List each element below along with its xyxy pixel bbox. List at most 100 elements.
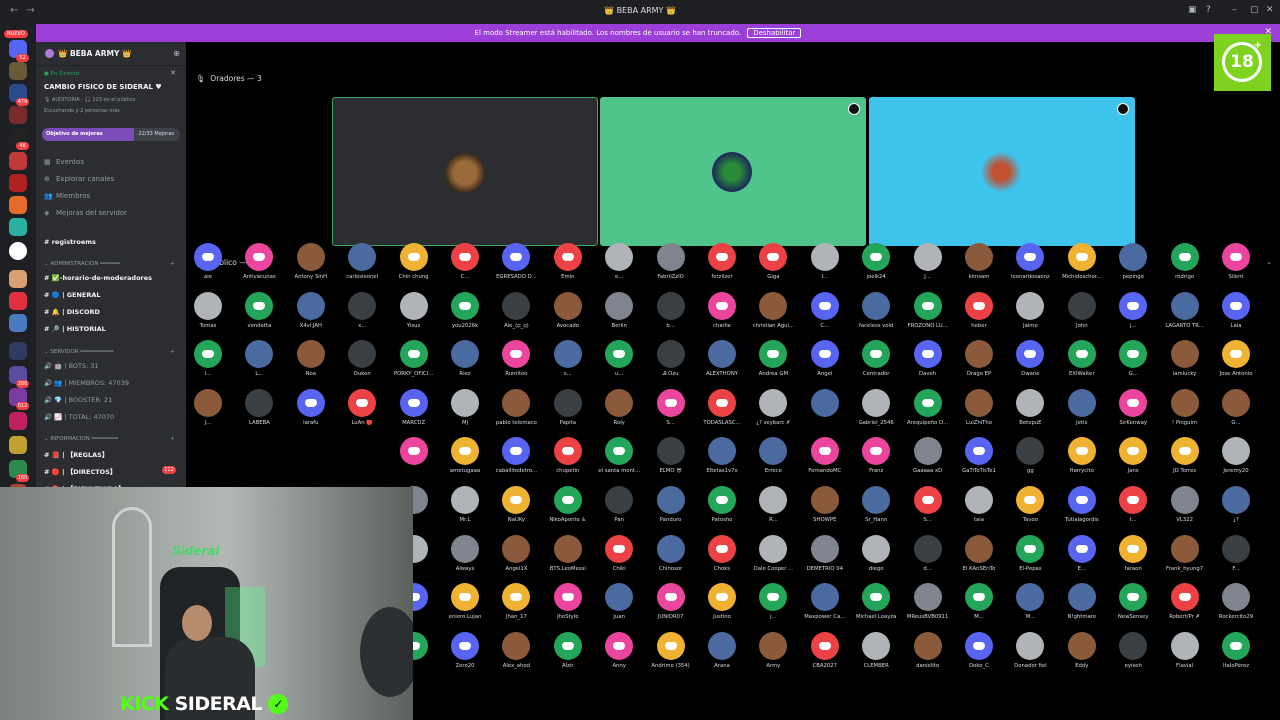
nav-label: Eventos [56,158,84,166]
maximize-icon[interactable]: ▢ [1250,5,1259,15]
channel-horario[interactable]: # ✅-horario-de-moderadores [44,274,152,282]
member-name: charlie [713,322,731,329]
channel-directos[interactable]: # 🔴 | 【DIRECTOS】 [44,466,116,476]
server-icon[interactable] [9,218,27,236]
category-servidor[interactable]: ⌄ SERVIDOR ━━━━━━━━━━ + [44,349,175,355]
help-icon[interactable]: ? [1206,5,1211,15]
server-icon[interactable] [9,196,27,214]
member-avatar [965,388,993,417]
member-name: LuiZhiTho [966,419,992,426]
stage-close-icon[interactable]: ✕ [170,69,176,77]
member-avatar [348,243,377,271]
member-avatar [656,534,685,563]
server-icon[interactable] [9,242,27,260]
channel-discord[interactable]: # 🔔 | DISCORD [44,308,100,316]
member-name: Angel [817,371,833,378]
unread-badge: 286 [16,380,29,388]
member-avatar [451,631,479,660]
server-icon[interactable] [9,152,27,170]
server-icon[interactable] [9,342,27,360]
member-name: Anny [612,662,626,669]
member-avatar [1119,291,1148,320]
server-header[interactable]: 👑 BEBA ARMY 👑 ⊕ [36,42,186,66]
member-avatar [399,243,428,271]
channel-bots[interactable]: 🔊 🤖 | BOTS: 31 [44,362,99,370]
member-name: J... [924,274,931,280]
member-name: Antivacunas [243,274,276,280]
nav-explore[interactable]: ⊕ Explorar canales [44,175,114,183]
member-avatar [759,291,788,320]
member-name: R... [769,517,778,523]
member-avatar [1016,388,1045,417]
channel-total[interactable]: 🔊 📈 | TOTAL: 47070 [44,413,114,421]
channel-booster[interactable]: 🔊 💎 | BOOSTER: 21 [44,396,112,404]
server-icon[interactable] [9,314,27,332]
channel-historial[interactable]: # 🔎 | HISTORIAL [44,325,106,333]
live-stage-card[interactable]: ● En Directo ✕ CAMBIO FISICO DE SIDERAL … [36,68,186,130]
server-icon[interactable] [9,174,27,192]
member-avatar [1170,340,1199,369]
channel-reglas[interactable]: # 📕 | 【REGLAS】 [44,449,108,459]
member-avatar [759,388,788,417]
member-avatar [1222,291,1250,320]
channel-registroems[interactable]: # registroems [44,238,96,246]
member-avatar [296,340,325,369]
member-avatar [810,534,839,563]
boost-goal-bar[interactable]: Objetivo de mejoras 22/33 Mejoras [42,128,180,141]
category-informacion[interactable]: ⌄ INFORMACION ━━━━━━━━ + [44,436,175,442]
add-channel-icon[interactable]: + [170,436,175,442]
member-name: El-Pepas [1019,565,1042,572]
close-window-icon[interactable]: ✕ [1266,5,1274,15]
streamer-name: SIDERAL [174,693,263,715]
member-name: s... [563,371,572,378]
server-icon[interactable] [9,412,27,430]
category-administracion[interactable]: ⌄ ADMINISTRACION ━━━━━━ + [44,261,175,267]
disable-streamer-button[interactable]: Deshabilitar [747,28,802,38]
server-icon[interactable] [9,106,27,124]
banner-message: El modo Streamer está habilitado. Los no… [474,29,742,37]
chevron-down-icon[interactable]: ⌄ [1266,258,1272,266]
member-avatar [759,534,788,563]
server-icon[interactable] [9,292,27,310]
channel-miembros[interactable]: 🔊 👥 | MIEMBROS: 47039 [44,379,129,387]
speaker-tile[interactable] [869,97,1135,246]
member-name: C... [820,322,830,329]
member-name: NewSensey [1117,614,1149,621]
member-name: Dwane [1021,371,1040,378]
speaker-tile[interactable] [600,97,866,246]
member-avatar [708,534,736,563]
member-avatar [862,534,891,563]
nav-members[interactable]: 👥 Miembros [44,192,90,200]
member-name: Tomas [199,322,217,329]
inbox-icon[interactable]: ▣ [1188,5,1197,15]
member-avatar [965,340,993,369]
minimize-icon[interactable]: – [1232,5,1237,15]
streamer-mode-banner: El modo Streamer está habilitado. Los no… [36,24,1280,42]
member-avatar [1170,583,1199,612]
server-icon[interactable] [9,436,27,454]
member-name: EGRESADO D... [496,274,537,280]
server-icon[interactable] [9,62,27,80]
member-name: FernandoMC [808,468,842,475]
category-label: ⌄ INFORMACION ━━━━━━━━ [44,436,118,442]
member-name: TODASLASC... [703,419,741,426]
stream-status-icon [848,103,860,115]
channel-general[interactable]: # 🔵 | GENERAL [44,291,101,299]
speaker-tile[interactable] [332,97,598,246]
member-avatar [862,631,891,660]
member-avatar [451,583,479,612]
member-avatar [451,388,479,417]
member-name: danielito [916,662,940,669]
member-name: NaUKy [507,517,526,523]
add-channel-icon[interactable]: + [170,261,175,267]
member-avatar [913,486,942,514]
member-avatar [1016,534,1045,563]
member-name: N!ghtmare [1067,614,1097,621]
member-avatar [1170,486,1199,514]
server-icon[interactable] [9,270,27,288]
nav-boosts[interactable]: ◈ Mejoras del servidor [44,209,127,217]
member-avatar [605,486,634,514]
nav-events[interactable]: ▦ Eventos [44,158,84,166]
invite-icon[interactable]: ⊕ [173,49,180,58]
add-channel-icon[interactable]: + [170,349,175,355]
